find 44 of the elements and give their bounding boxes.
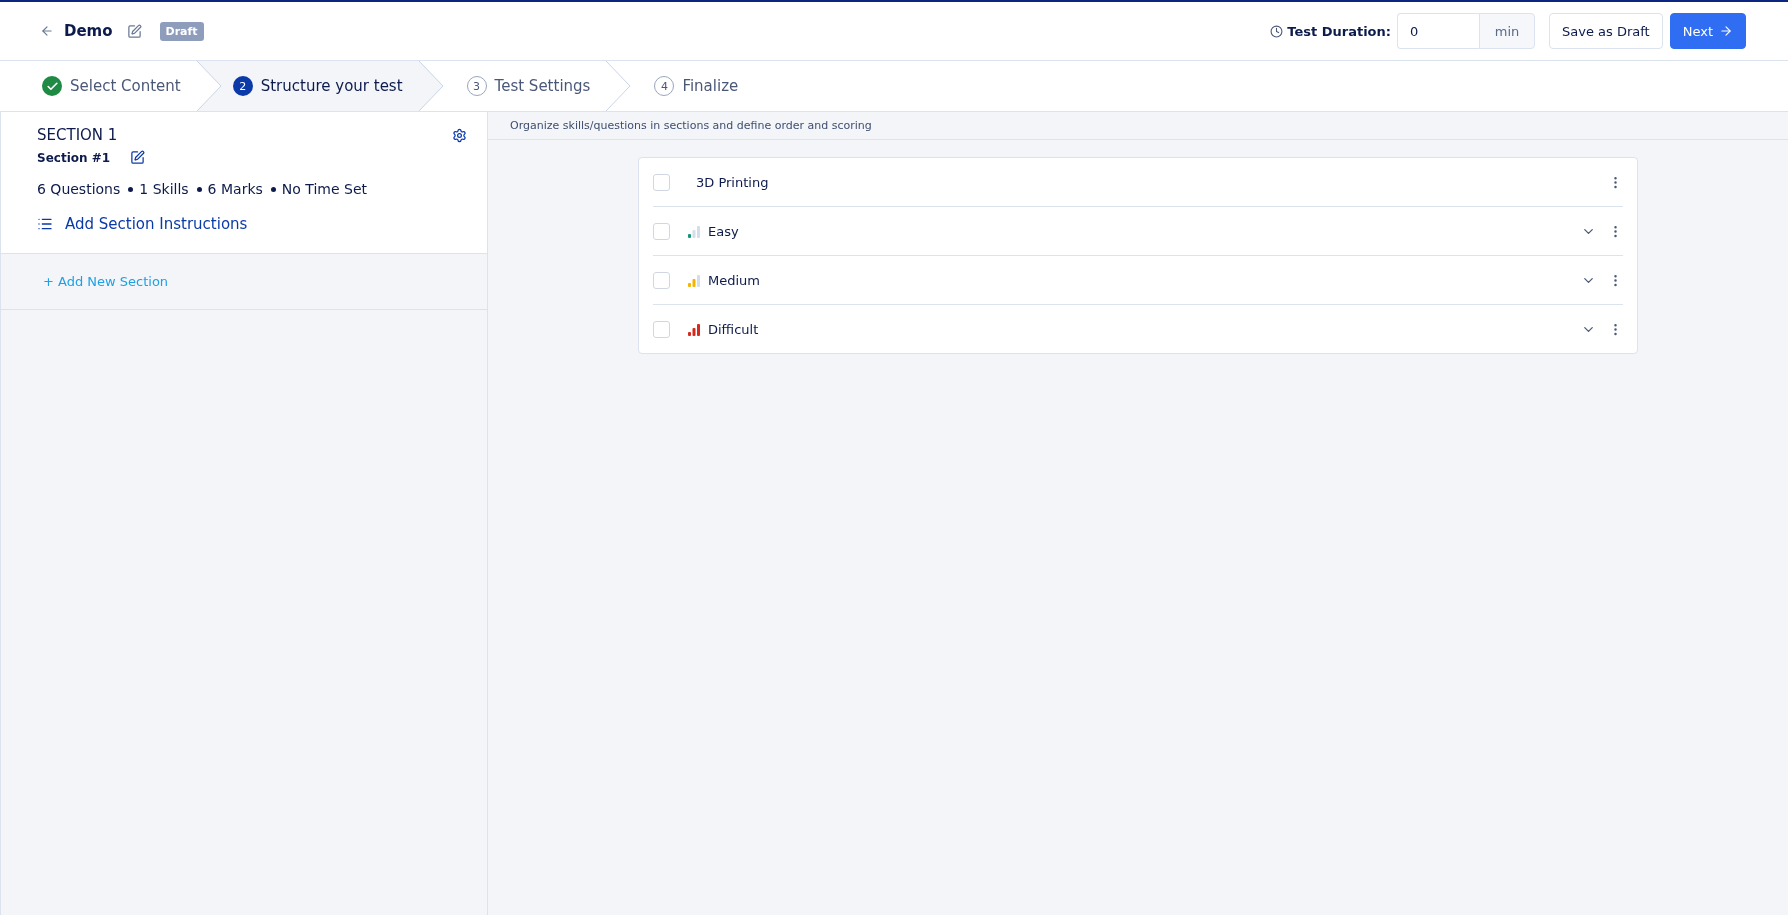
section-stat: 6 Questions — [37, 181, 121, 197]
signal-bars-icon — [688, 273, 700, 287]
settings-icon[interactable] — [452, 127, 467, 143]
checkbox[interactable] — [653, 320, 670, 338]
bullet-icon — [196, 186, 202, 192]
signal-bars-icon — [688, 322, 700, 336]
test-title: Demo — [64, 22, 113, 40]
bullet-icon — [270, 186, 276, 192]
checkbox[interactable] — [653, 173, 670, 191]
checkbox[interactable] — [653, 222, 670, 240]
step-number: 2 — [232, 76, 253, 96]
add-instructions-link[interactable]: Add Section Instructions — [65, 215, 248, 233]
check-icon — [42, 76, 62, 96]
difficulty-label: Medium — [708, 272, 761, 288]
save-draft-button[interactable]: Save as Draft — [1549, 13, 1663, 49]
section-stat: No Time Set — [281, 181, 367, 197]
checkbox[interactable] — [653, 271, 670, 289]
chevron-divider — [194, 61, 223, 111]
signal-bars-icon — [688, 224, 700, 238]
chevron-divider — [604, 61, 633, 111]
edit-icon[interactable] — [126, 23, 142, 39]
difficulty-label: Easy — [708, 223, 740, 239]
unit-label: min — [1479, 13, 1535, 49]
duration-label: Test Duration: — [1287, 23, 1391, 39]
list-icon — [37, 216, 53, 232]
step-tab[interactable]: 3 Test Settings — [444, 61, 605, 111]
section-card[interactable]: SECTION 1 Section #1 6 Questions 1 Skills 6 Marks No Time Set Add Section Instructions — [1, 112, 487, 254]
difficulty-label: Difficult — [708, 321, 760, 337]
edit-icon[interactable] — [130, 150, 146, 165]
step-number: 3 — [466, 76, 487, 96]
next-button[interactable]: Next — [1669, 13, 1746, 49]
chevron-divider — [416, 61, 445, 111]
duration-field[interactable]: 0 — [1397, 13, 1479, 49]
bullet-icon — [128, 186, 134, 192]
section-name: Section #1 — [37, 150, 111, 165]
skill-name: 3D Printing — [696, 174, 770, 190]
step-tab[interactable]: 4 Finalize — [632, 61, 753, 111]
section-stat: 1 Skills — [139, 181, 189, 197]
clock-icon — [1270, 24, 1284, 38]
step-number: 4 — [654, 76, 675, 96]
status-badge: Draft — [159, 21, 204, 41]
section-stat: 6 Marks — [207, 181, 263, 197]
section-title: SECTION 1 — [37, 126, 119, 144]
step-tab[interactable]: Select Content — [20, 61, 195, 111]
